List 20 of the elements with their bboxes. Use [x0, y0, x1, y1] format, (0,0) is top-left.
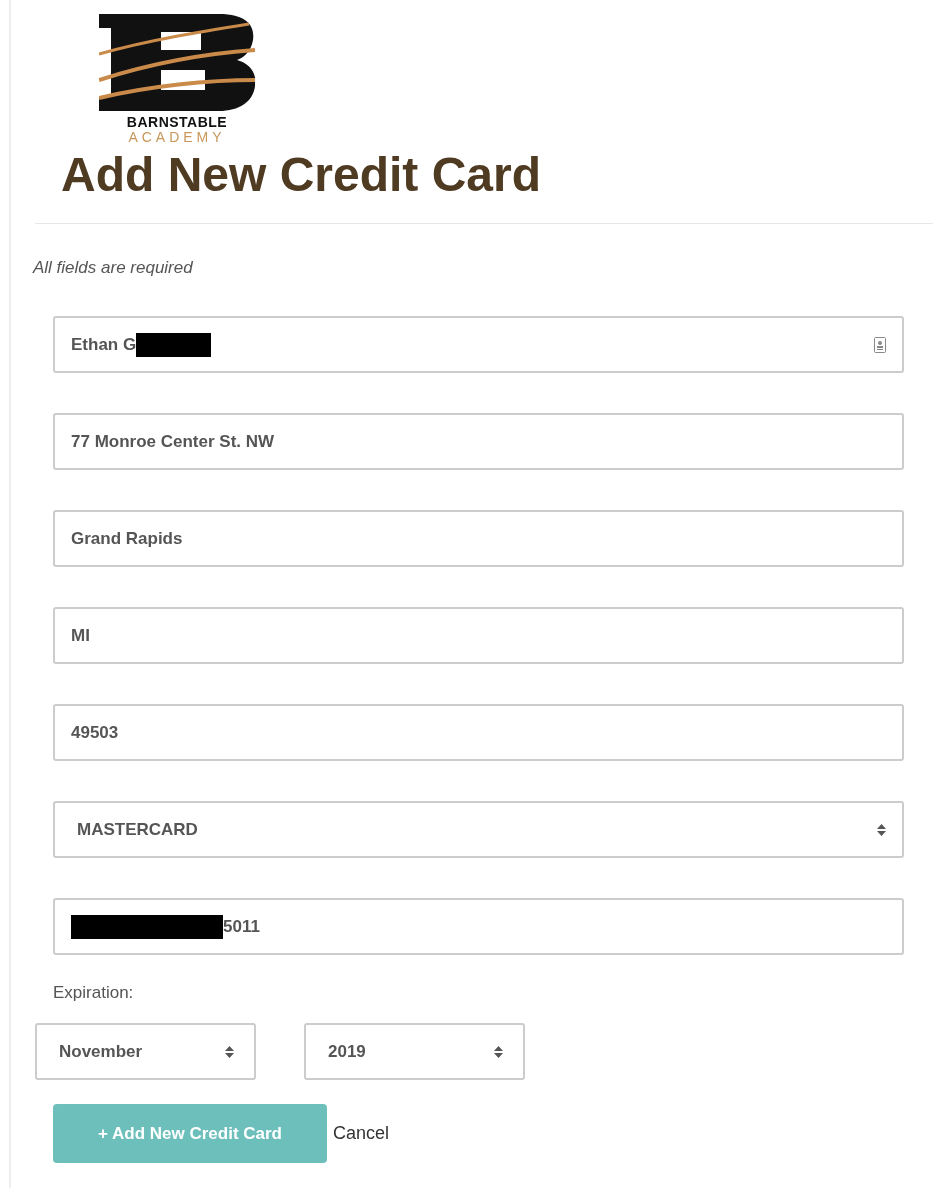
cancel-link[interactable]: Cancel [333, 1123, 390, 1144]
sort-caret-icon [877, 823, 886, 836]
card-type-select[interactable]: MASTERCARD [53, 801, 904, 858]
month-select[interactable]: November [35, 1023, 256, 1080]
letter-b-logo-icon [99, 14, 255, 111]
page-title: Add New Credit Card [61, 147, 543, 203]
input-field[interactable]: Grand Rapids [53, 510, 904, 567]
input-field[interactable]: 5011 [53, 898, 904, 955]
logo-subtitle: ACADEMY [128, 130, 226, 145]
logo-name: BARNSTABLE [126, 115, 228, 130]
input-field[interactable]: 77 Monroe Center St. NW [53, 413, 904, 470]
contact-card-icon [874, 336, 886, 353]
input-field[interactable]: MI [53, 607, 904, 664]
input-field[interactable]: 49503 [53, 704, 904, 761]
input-field[interactable]: Ethan G [53, 316, 904, 373]
sort-caret-icon [494, 1045, 503, 1058]
required-note: All fields are required [33, 258, 194, 278]
sort-caret-icon [225, 1045, 234, 1058]
expiration-label: Expiration: [53, 983, 135, 1003]
year-select[interactable]: 2019 [304, 1023, 525, 1080]
